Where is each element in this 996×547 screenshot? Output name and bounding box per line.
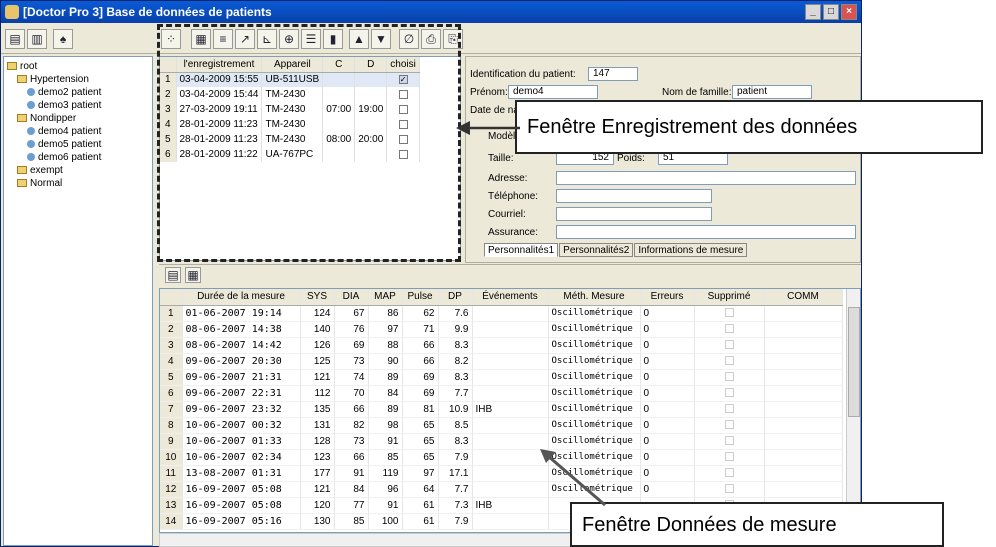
arrow-head-top [456,121,470,135]
arrow-line-bottom [547,454,606,507]
arrow-overlay [456,121,606,507]
